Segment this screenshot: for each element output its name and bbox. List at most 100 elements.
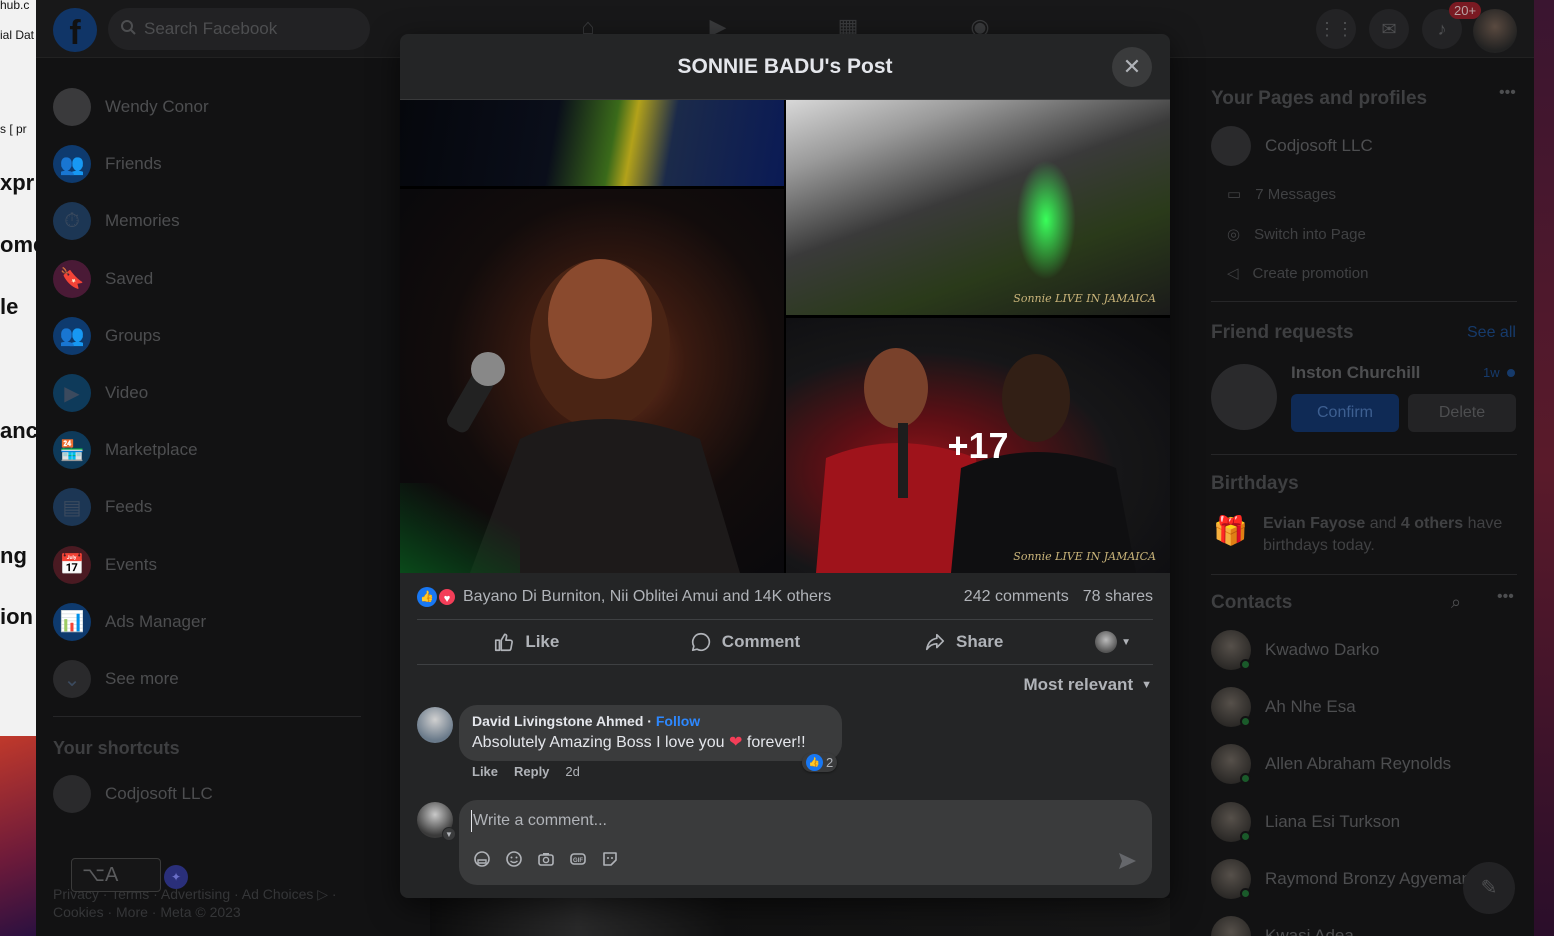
post-photo-2[interactable]	[400, 189, 784, 573]
chevron-down-icon: ⌄	[53, 660, 91, 698]
comment-composer: ▼ GIF	[417, 800, 1153, 886]
sidebar-item-video[interactable]: ▶ Video	[53, 371, 148, 415]
share-button[interactable]: Share	[854, 623, 1073, 661]
contact-item[interactable]: Ah Nhe Esa	[1211, 687, 1356, 728]
comments-count[interactable]: 242 comments	[964, 588, 1069, 606]
gif-icon[interactable]: GIF	[567, 848, 589, 870]
facebook-logo[interactable]: f	[53, 8, 97, 52]
camera-icon[interactable]	[535, 848, 557, 870]
see-all-link[interactable]: See all	[1467, 324, 1516, 342]
contact-item[interactable]: Kwasi Adea	[1211, 916, 1354, 936]
comment-time[interactable]: 2d	[565, 764, 579, 779]
reaction-as-selector[interactable]: ▼	[1073, 631, 1153, 653]
contact-item[interactable]: Liana Esi Turkson	[1211, 801, 1400, 842]
page-codjosoft[interactable]: Codjosoft LLC	[1211, 126, 1373, 166]
post-photo-1[interactable]	[400, 100, 784, 186]
sidebar-item-saved[interactable]: 🔖 Saved	[53, 257, 153, 301]
comment-button[interactable]: Comment	[636, 623, 855, 661]
reactions-text: Bayano Di Burniton, Nii Oblitei Amui and…	[463, 588, 832, 605]
birthday-text[interactable]: Evian Fayose and 4 others have birthdays…	[1263, 513, 1518, 557]
post-actions: Like Comment Share ▼	[417, 619, 1153, 665]
delete-request-button[interactable]: Delete	[1408, 394, 1516, 432]
comment-label: Comment	[721, 632, 801, 651]
comment-sort-dropdown[interactable]: Most relevant ▼	[1024, 675, 1152, 695]
share-arrow-icon	[925, 633, 945, 651]
page-messages-link[interactable]: ▭ 7 Messages	[1227, 185, 1336, 204]
confirm-request-button[interactable]: Confirm	[1291, 394, 1399, 432]
like-reaction-icon: 👍	[806, 754, 823, 771]
request-name[interactable]: Inston Churchill	[1291, 363, 1420, 383]
comment-text-start: Absolutely Amazing Boss I love you	[472, 734, 730, 751]
birthday-mid: and	[1365, 515, 1401, 532]
post-photo-3[interactable]: Sonnie LIVE IN JAMAICA	[786, 100, 1170, 315]
comment-reactions[interactable]: 👍 2	[802, 753, 838, 772]
post-photo-4[interactable]: +17 Sonnie LIVE IN JAMAICA	[786, 318, 1170, 573]
sidebar-item-feeds[interactable]: ▤ Feeds	[53, 485, 152, 529]
contact-item[interactable]: Allen Abraham Reynolds	[1211, 744, 1451, 785]
sidebar-item-ads-manager[interactable]: 📊 Ads Manager	[53, 600, 206, 644]
marketplace-icon: 🏪	[53, 431, 91, 470]
request-time: 1w	[1483, 365, 1500, 380]
events-icon: 📅	[53, 545, 91, 584]
background-feed-image	[430, 898, 1170, 936]
comment-bubble-icon	[691, 632, 710, 652]
sticker-icon[interactable]	[599, 848, 621, 870]
close-button[interactable]: ✕	[1112, 47, 1152, 87]
sidebar-item-marketplace[interactable]: 🏪 Marketplace	[53, 428, 198, 472]
commenter-name[interactable]: David Livingstone Ahmed	[472, 713, 643, 729]
photo-watermark: Sonnie LIVE IN JAMAICA	[1013, 292, 1156, 305]
follow-link[interactable]: Follow	[656, 713, 700, 729]
like-button[interactable]: Like	[417, 623, 636, 661]
friends-icon: 👥	[53, 145, 91, 184]
feeds-icon: ▤	[53, 488, 91, 527]
comment-like-link[interactable]: Like	[472, 764, 498, 779]
sidebar-item-groups[interactable]: 👥 Groups	[53, 314, 161, 358]
composer-tools: GIF	[471, 848, 621, 870]
sidebar-item-wendy-conor[interactable]: Wendy Conor	[53, 85, 209, 129]
contact-item[interactable]: Kwadwo Darko	[1211, 630, 1379, 670]
account-avatar[interactable]	[1473, 9, 1517, 53]
shares-count[interactable]: 78 shares	[1083, 588, 1153, 606]
sidebar-item-label: Friends	[105, 154, 162, 174]
request-avatar[interactable]	[1211, 364, 1277, 430]
contacts-more-icon[interactable]: •••	[1497, 588, 1514, 606]
composer-avatar[interactable]: ▼	[417, 802, 456, 841]
birthdays-heading: Birthdays	[1211, 473, 1299, 494]
svg-text:GIF: GIF	[573, 858, 583, 864]
online-status-dot	[1240, 773, 1251, 785]
sidebar-divider	[53, 716, 361, 717]
switch-page-link[interactable]: ◎ Switch into Page	[1227, 225, 1366, 244]
new-message-button[interactable]: ✎	[1463, 862, 1515, 914]
comment-input[interactable]	[471, 810, 1071, 832]
right-divider	[1211, 454, 1517, 455]
sidebar-item-see-more[interactable]: ⌄ See more	[53, 657, 179, 701]
like-label: Like	[525, 632, 560, 651]
comment-reply-link[interactable]: Reply	[514, 764, 549, 779]
switch-icon: ◎	[1227, 226, 1241, 243]
search-input[interactable]: Search Facebook	[108, 8, 370, 50]
emoji-icon[interactable]	[503, 848, 525, 870]
sidebar-item-friends[interactable]: 👥 Friends	[53, 142, 162, 186]
commenter-avatar[interactable]	[417, 707, 453, 743]
search-placeholder: Search Facebook	[144, 19, 278, 38]
contacts-search-icon[interactable]: ⌕	[1451, 592, 1461, 613]
caret-down-icon: ▼	[1141, 679, 1152, 691]
online-status-dot	[1240, 887, 1251, 899]
sidebar-item-events[interactable]: 📅 Events	[53, 543, 157, 587]
create-promotion-link[interactable]: ◁ Create promotion	[1227, 264, 1368, 283]
shortcuts-heading: Your shortcuts	[53, 738, 180, 758]
avatar-sticker-icon[interactable]	[471, 848, 493, 870]
input-method-indicator[interactable]: ⌥A ✦	[71, 858, 188, 892]
shortcut-codjosoft[interactable]: Codjosoft LLC	[53, 772, 213, 816]
background-window-text: ng	[0, 543, 27, 568]
sidebar-item-label: Video	[105, 383, 149, 402]
sidebar-item-memories[interactable]: ⏱ Memories	[53, 199, 180, 243]
menu-grid-icon[interactable]: ⋮⋮	[1316, 9, 1356, 49]
contact-name: Kwadwo Darko	[1265, 640, 1380, 659]
more-photos-overlay[interactable]: +17	[786, 318, 1170, 573]
messenger-icon[interactable]: ✉	[1369, 9, 1409, 49]
contact-item[interactable]: Raymond Bronzy Agyeman	[1211, 858, 1471, 899]
send-icon[interactable]	[1116, 850, 1138, 872]
reactions-summary[interactable]: 👍 ♥ Bayano Di Burniton, Nii Oblitei Amui…	[417, 587, 831, 607]
pages-more-icon[interactable]: •••	[1499, 84, 1516, 102]
